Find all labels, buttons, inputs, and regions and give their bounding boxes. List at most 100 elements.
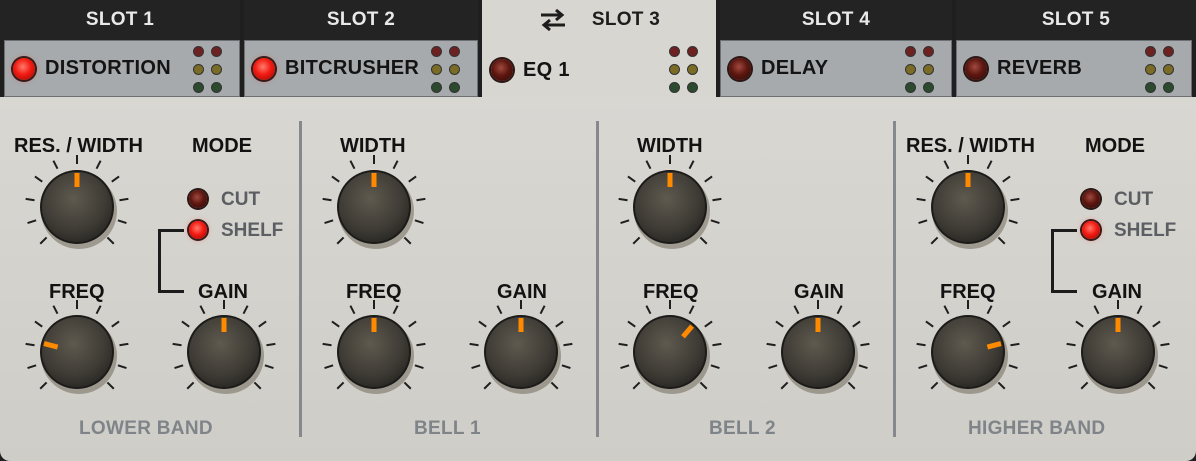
knob-tick [403, 236, 412, 245]
knob-tick [1093, 305, 1100, 315]
knob-tick [119, 342, 129, 347]
slot-power-led[interactable] [965, 57, 987, 80]
knob-tick [1002, 320, 1011, 328]
higher-mode-label: MODE [1085, 135, 1145, 157]
knob-tick [688, 305, 695, 315]
knob-tick [1068, 364, 1078, 370]
mode-link-bracket [158, 229, 184, 293]
knob-tick [392, 305, 399, 315]
knob-tick [930, 381, 939, 390]
knob-tick [699, 381, 708, 390]
lower-mode-cut-label[interactable]: CUT [221, 189, 260, 211]
higher-band-title: HIGHER BAND [968, 418, 1106, 439]
knob-tick [766, 342, 776, 347]
knob-tick [199, 305, 206, 315]
lower-freq-knob[interactable] [19, 294, 135, 410]
knob-tick [943, 160, 950, 170]
bell1-width-knob[interactable] [316, 149, 432, 265]
knob-tick [539, 305, 546, 315]
knob-tick [266, 342, 276, 347]
knob-tick [111, 175, 120, 183]
bell2-gain-knob[interactable] [760, 294, 876, 410]
tab-label: SLOT 3 [591, 9, 661, 30]
slot-power-led[interactable] [253, 57, 275, 80]
section-divider [299, 121, 302, 437]
knob-tick [408, 175, 417, 183]
slot-name: DISTORTION [45, 57, 171, 79]
tab-slot-1[interactable]: SLOT 1 [0, 0, 240, 40]
knob-tick [181, 320, 190, 328]
knob-tick [336, 381, 345, 390]
bell2-width-knob[interactable] [612, 149, 728, 265]
higher-mode-shelf-label[interactable]: SHELF [1114, 220, 1176, 242]
knob-tick [392, 160, 399, 170]
knob-tick [836, 305, 843, 315]
tab-slot-2[interactable]: SLOT 2 [244, 0, 478, 40]
knob-tick [858, 364, 868, 370]
knob-tick [478, 320, 487, 328]
lower-mode-cut-led[interactable] [189, 190, 207, 208]
knob-tick [186, 381, 195, 390]
tab-slot-5[interactable]: SLOT 5 [956, 0, 1196, 40]
knob-tick [645, 305, 652, 315]
bell1-freq-knob[interactable] [316, 294, 432, 410]
knob-tick [620, 219, 630, 225]
slot-status-dots [905, 46, 941, 93]
slot-power-led[interactable] [729, 57, 751, 80]
higher-gain-knob[interactable] [1060, 294, 1176, 410]
bell1-gain-knob[interactable] [463, 294, 579, 410]
knob-tick [469, 342, 479, 347]
higher-freq-knob[interactable] [910, 294, 1026, 410]
knob-tick [106, 236, 115, 245]
knob-tick [471, 364, 481, 370]
lower-mode-shelf-label[interactable]: SHELF [221, 220, 283, 242]
slot-reverb[interactable]: REVERB [956, 40, 1192, 97]
slot-distortion[interactable]: DISTORTION [4, 40, 240, 97]
knob-tick [39, 381, 48, 390]
knob-tick [916, 197, 926, 202]
slot-status-dots [1145, 46, 1181, 93]
lower-mode-label: MODE [192, 135, 252, 157]
slot-power-led[interactable] [491, 59, 513, 81]
slot-power-led[interactable] [13, 57, 35, 80]
knob-tick [1008, 219, 1018, 225]
tab-label: SLOT 4 [801, 9, 871, 30]
lower-mode-shelf-led[interactable] [189, 221, 207, 239]
knob-tick [561, 364, 571, 370]
knob-tick [322, 197, 332, 202]
knob-tick [852, 320, 861, 328]
higher-res-width-knob[interactable] [910, 149, 1026, 265]
knob-tick [117, 219, 127, 225]
knob-tick [52, 160, 59, 170]
tab-slot-3[interactable]: SLOT 3 [482, 0, 716, 40]
lower-gain-knob[interactable] [166, 294, 282, 410]
slot-bitcrusher[interactable]: BITCRUSHER [244, 40, 478, 97]
tab-slot-4[interactable]: SLOT 4 [720, 0, 952, 40]
knob-tick [95, 305, 102, 315]
swap-arrows-icon[interactable] [538, 7, 568, 33]
knob-tick [27, 364, 37, 370]
knob-tick [264, 364, 274, 370]
knob-tick [860, 342, 870, 347]
knob-tick [416, 197, 426, 202]
higher-mode-cut-led[interactable] [1082, 190, 1100, 208]
knob-tick [925, 320, 934, 328]
slot-eq-1[interactable]: EQ 1 [482, 40, 716, 100]
knob-tick [27, 219, 37, 225]
bell2-freq-knob[interactable] [612, 294, 728, 410]
knob-tick [1010, 342, 1020, 347]
knob-tick [1136, 305, 1143, 315]
knob-tick [918, 364, 928, 370]
knob-tick [1010, 197, 1020, 202]
higher-mode-cut-label[interactable]: CUT [1114, 189, 1153, 211]
knob-tick [627, 320, 636, 328]
higher-mode-shelf-led[interactable] [1082, 221, 1100, 239]
tab-label: SLOT 1 [85, 9, 155, 30]
knob-tick [414, 364, 424, 370]
knob-tick [997, 381, 1006, 390]
knob-tick [408, 320, 417, 328]
knob-tick [414, 219, 424, 225]
knob-tick [847, 381, 856, 390]
slot-delay[interactable]: DELAY [720, 40, 952, 97]
lower-res-width-knob[interactable] [19, 149, 135, 265]
